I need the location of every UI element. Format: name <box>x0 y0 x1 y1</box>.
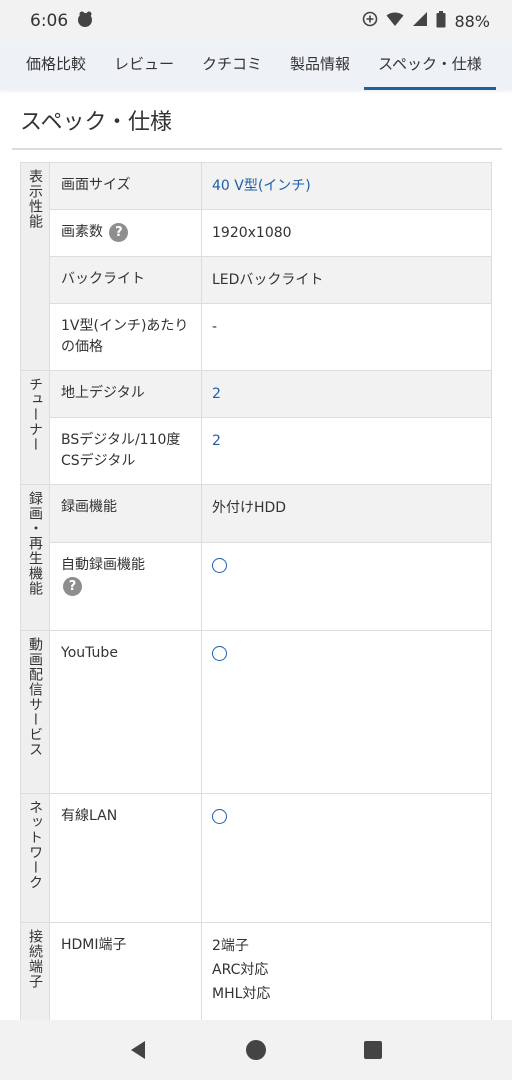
table-row: ネットワーク 有線LAN <box>20 793 492 923</box>
spec-label: YouTube <box>49 630 202 794</box>
battery-icon <box>436 10 446 32</box>
help-icon[interactable]: ? <box>63 576 82 596</box>
table-row: 画素数 ? 1920x1080 <box>21 209 492 257</box>
spec-label: 画面サイズ <box>49 162 202 210</box>
table-row: BSデジタル/110度CSデジタル 2 <box>21 417 492 485</box>
table-row: 接続端子 HDMI端子 2端子 ARC対応 MHL対応 <box>20 922 492 1028</box>
signal-icon <box>412 11 428 31</box>
spec-label: バックライト <box>49 256 202 304</box>
tab-product-info[interactable]: 製品情報 <box>276 42 364 90</box>
tab-price-comparison[interactable]: 価格比較 <box>12 42 100 90</box>
spec-label: 画素数 <box>61 224 103 240</box>
spec-label: 自動録画機能 <box>61 557 145 573</box>
spec-label: BSデジタル/110度CSデジタル <box>49 417 202 485</box>
app-notification-icon <box>76 10 94 32</box>
recents-icon[interactable] <box>353 1030 393 1070</box>
spec-value-line: ARC対応 <box>212 962 269 978</box>
spec-label-with-help: 自動録画機能 ? <box>49 542 202 631</box>
spec-value: - <box>201 303 492 371</box>
back-icon[interactable] <box>119 1030 159 1070</box>
tab-word-of-mouth[interactable]: クチコミ <box>188 42 276 90</box>
table-row: 動画配信サービス YouTube <box>20 630 492 794</box>
spec-value: 外付けHDD <box>201 484 492 543</box>
spec-group-display: 表示性能 <box>20 162 50 371</box>
spec-value <box>201 793 492 923</box>
spec-group-network: ネットワーク <box>20 793 50 923</box>
spec-value <box>201 542 492 631</box>
spec-group-recording: 録画・再生機能 <box>20 484 50 631</box>
spec-value-screen-size-link[interactable]: 40 V型(インチ) <box>201 162 492 210</box>
spec-value <box>201 630 492 794</box>
supported-circle-icon <box>212 558 227 573</box>
supported-circle-icon <box>212 809 227 824</box>
table-row: 表示性能 画面サイズ 40 V型(インチ) <box>20 162 492 371</box>
table-row: 録画・再生機能 録画機能 外付けHDD <box>20 484 492 631</box>
battery-percentage: 88% <box>454 11 490 31</box>
tab-reviews[interactable]: レビュー <box>100 42 188 90</box>
wifi-icon <box>386 11 404 31</box>
status-bar: 6:06 88% <box>0 0 512 42</box>
spec-group-ports: 接続端子 <box>20 922 50 1028</box>
spec-label: 地上デジタル <box>49 370 202 418</box>
spec-group-streaming: 動画配信サービス <box>20 630 50 794</box>
spec-value-link[interactable]: 2 <box>201 417 492 485</box>
table-row: 自動録画機能 ? <box>21 542 492 631</box>
table-row: バックライト LEDバックライト <box>21 256 492 304</box>
data-saver-icon <box>362 11 378 31</box>
spec-value-line: MHL対応 <box>212 986 271 1002</box>
spec-label: 有線LAN <box>49 793 202 923</box>
home-icon[interactable] <box>236 1030 276 1070</box>
help-icon[interactable]: ? <box>109 222 129 242</box>
system-navigation-bar <box>0 1020 512 1080</box>
title-divider <box>12 148 502 150</box>
spec-label: HDMI端子 <box>49 922 202 1028</box>
spec-label: 1V型(インチ)あたりの価格 <box>49 303 202 371</box>
spec-value: 1920x1080 <box>201 209 492 257</box>
page-title: スペック・仕様 <box>20 110 173 135</box>
table-row: チューナー 地上デジタル 2 <box>20 370 492 485</box>
supported-circle-icon <box>212 646 227 661</box>
spec-label: 録画機能 <box>49 484 202 543</box>
spec-value: LEDバックライト <box>201 256 492 304</box>
product-tab-bar: 価格比較 レビュー クチコミ 製品情報 スペック・仕様 <box>0 42 512 90</box>
spec-value-line: 2端子 <box>212 938 249 954</box>
spec-group-tuner: チューナー <box>20 370 50 485</box>
spec-label-with-help: 画素数 ? <box>49 209 202 257</box>
status-time: 6:06 <box>30 11 69 31</box>
spec-value-link[interactable]: 2 <box>201 370 492 418</box>
tab-specs[interactable]: スペック・仕様 <box>364 42 496 90</box>
spec-table: 表示性能 画面サイズ 40 V型(インチ) 画素数 ? 1920x1080 バッ… <box>20 162 492 1028</box>
table-row: 1V型(インチ)あたりの価格 - <box>21 303 492 371</box>
spec-value: 2端子 ARC対応 MHL対応 <box>201 922 492 1028</box>
